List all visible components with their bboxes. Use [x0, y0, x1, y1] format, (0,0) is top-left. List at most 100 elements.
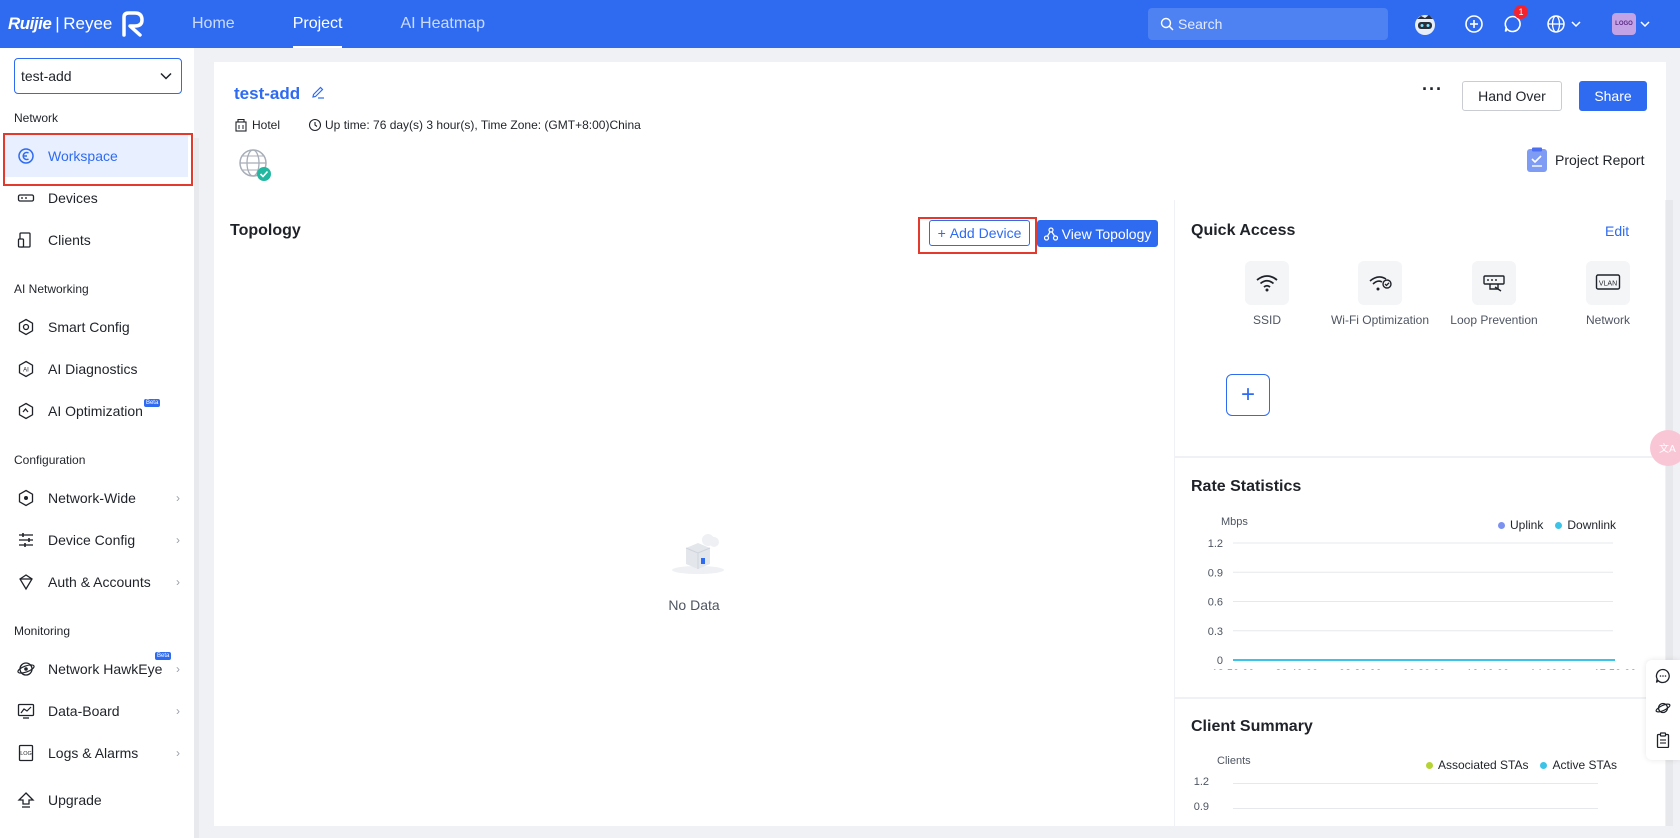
- sidebar-item-ai-optimization[interactable]: AI Optimization Beta: [4, 390, 188, 432]
- sidebar-item-label: Data-Board: [48, 703, 120, 719]
- sidebar-item-data-board[interactable]: Data-Board ›: [4, 690, 188, 732]
- user-avatar[interactable]: LOGO: [1612, 13, 1636, 35]
- section-ai-networking: AI Networking: [14, 282, 89, 296]
- device-config-icon: [16, 530, 36, 550]
- svg-text:文A: 文A: [1659, 442, 1676, 455]
- sidebar-item-clients[interactable]: Clients: [4, 219, 188, 261]
- quick-access-title: Quick Access: [1191, 222, 1296, 239]
- sidebar-item-label: Upgrade: [48, 792, 102, 808]
- sidebar-scrollbar[interactable]: [194, 138, 199, 838]
- quick-access-loop-prevention[interactable]: Loop Prevention: [1439, 261, 1549, 327]
- sidebar-item-auth-accounts[interactable]: Auth & Accounts ›: [4, 561, 188, 603]
- nav-home[interactable]: Home: [192, 0, 235, 48]
- search-input[interactable]: [1178, 16, 1378, 32]
- rate-x-tick: 18:50:00: [1212, 668, 1255, 670]
- client-y-tick: 0.9: [1193, 801, 1209, 813]
- right-panel: Quick Access Edit SSID Wi-Fi Optimizatio…: [1175, 200, 1665, 826]
- beta-badge: Beta: [155, 652, 172, 660]
- wifi-icon: [1245, 261, 1289, 305]
- topology-title: Topology: [230, 222, 301, 239]
- rate-y-tick: 0: [1217, 655, 1223, 667]
- workspace-icon: [16, 146, 36, 166]
- rate-x-tick: 06:20:00: [1403, 668, 1446, 670]
- smart-config-icon: [16, 317, 36, 337]
- client-gridline: [1233, 808, 1598, 809]
- client-unit-label: Clients: [1217, 755, 1251, 767]
- topology-card: Topology + Add Device View Topology No Da…: [214, 200, 1174, 826]
- add-device-button[interactable]: + Add Device: [929, 220, 1030, 246]
- reyee-mark-icon: [122, 11, 145, 37]
- logo-separator: |: [55, 14, 60, 33]
- clipboard-icon[interactable]: [1655, 732, 1671, 753]
- chevron-right-icon: ›: [176, 575, 180, 589]
- ai-assistant-robot-icon[interactable]: [1412, 11, 1438, 37]
- ruijie-reyee-logo[interactable]: Ruijie | Reyee: [8, 10, 146, 38]
- language-globe-icon[interactable]: [1545, 11, 1585, 37]
- sidebar-item-network-wide[interactable]: Network-Wide ›: [4, 477, 188, 519]
- rate-y-tick: 0.9: [1208, 567, 1223, 579]
- edit-pencil-icon[interactable]: [311, 85, 325, 99]
- section-monitoring: Monitoring: [14, 624, 71, 638]
- project-report-link[interactable]: Project Report: [1526, 147, 1644, 173]
- svg-text:LOG: LOG: [20, 751, 32, 757]
- quick-access-label: SSID: [1252, 313, 1281, 327]
- hand-over-button[interactable]: Hand Over: [1462, 81, 1562, 111]
- uplink-legend-dot: [1498, 521, 1505, 529]
- sidebar-item-devices[interactable]: Devices: [4, 177, 188, 219]
- chat-icon[interactable]: [1655, 668, 1671, 689]
- project-report-label: Project Report: [1555, 152, 1645, 168]
- quick-access-wifi-optimization[interactable]: Wi-Fi Optimization: [1325, 261, 1435, 327]
- client-gridline: [1233, 783, 1598, 784]
- translate-icon[interactable]: 文A: [1650, 430, 1680, 466]
- sidebar-item-workspace[interactable]: Workspace: [4, 135, 188, 177]
- client-y-tick: 1.2: [1193, 776, 1209, 788]
- network-status-globe-icon: [238, 148, 272, 182]
- section-network: Network: [14, 111, 59, 125]
- project-header-card: test-add Hotel Up time: 76 day(s) 3 hour…: [214, 62, 1666, 200]
- network-wide-icon: [16, 488, 36, 508]
- quick-access-label: Wi-Fi Optimization: [1330, 313, 1429, 327]
- top-navigation-bar: Ruijie | Reyee Home Project AI Heatmap 1…: [0, 0, 1680, 48]
- rate-x-tick: 22:40:00: [1275, 668, 1318, 670]
- add-quick-access-button[interactable]: +: [1226, 374, 1270, 416]
- quick-access-ssid[interactable]: SSID: [1212, 261, 1322, 327]
- project-meta: Hotel Up time: 76 day(s) 3 hour(s), Time…: [234, 118, 669, 132]
- sidebar-item-label: Device Config: [48, 532, 136, 548]
- chevron-right-icon: ›: [176, 704, 180, 718]
- nav-project[interactable]: Project: [292, 0, 342, 48]
- sidebar: test-add Network Workspace Devices Clien…: [0, 48, 199, 838]
- add-circle-icon[interactable]: [1461, 11, 1487, 37]
- sidebar-item-ai-diagnostics[interactable]: AI AI Diagnostics: [4, 348, 188, 390]
- sidebar-item-network-hawkeye[interactable]: Network HawkEye Beta ›: [4, 648, 188, 690]
- rate-x-tick: 10:10:00: [1466, 668, 1509, 670]
- ai-optimization-icon: [16, 401, 36, 421]
- clients-icon: [16, 230, 36, 250]
- chevron-right-icon: ›: [176, 662, 180, 676]
- quick-access-edit-link[interactable]: Edit: [1605, 223, 1629, 239]
- sidebar-item-label: Auth & Accounts: [48, 574, 151, 590]
- vlan-icon: VLAN: [1586, 261, 1630, 305]
- sidebar-item-device-config[interactable]: Device Config ›: [4, 519, 188, 561]
- quick-access-label: Network: [1585, 313, 1630, 327]
- nav-ai-heatmap[interactable]: AI Heatmap: [400, 0, 484, 48]
- sidebar-item-upgrade[interactable]: Upgrade: [4, 779, 188, 821]
- floating-toolbar: [1646, 660, 1680, 760]
- quick-access-network[interactable]: VLAN Network: [1553, 261, 1663, 327]
- project-type-label: Hotel: [252, 118, 281, 132]
- rate-statistics-title: Rate Statistics: [1191, 478, 1302, 495]
- project-select[interactable]: test-add: [14, 58, 182, 94]
- more-options-icon[interactable]: ···: [1422, 80, 1446, 102]
- sidebar-item-logs-alarms[interactable]: LOG Logs & Alarms ›: [4, 732, 188, 774]
- chevron-down-icon[interactable]: [1638, 11, 1652, 37]
- share-button[interactable]: Share: [1579, 81, 1647, 111]
- no-data-text: No Data: [668, 597, 720, 613]
- sidebar-item-smart-config[interactable]: Smart Config: [4, 306, 188, 348]
- rate-unit-label: Mbps: [1221, 516, 1248, 528]
- associated-stas-legend-label: Associated STAs: [1438, 758, 1529, 772]
- planet-icon[interactable]: [1655, 700, 1671, 721]
- search-box[interactable]: [1148, 8, 1388, 40]
- section-configuration: Configuration: [14, 453, 86, 467]
- view-topology-button[interactable]: View Topology: [1037, 220, 1158, 247]
- sidebar-item-label: Workspace: [48, 148, 118, 164]
- building-icon: [235, 118, 247, 132]
